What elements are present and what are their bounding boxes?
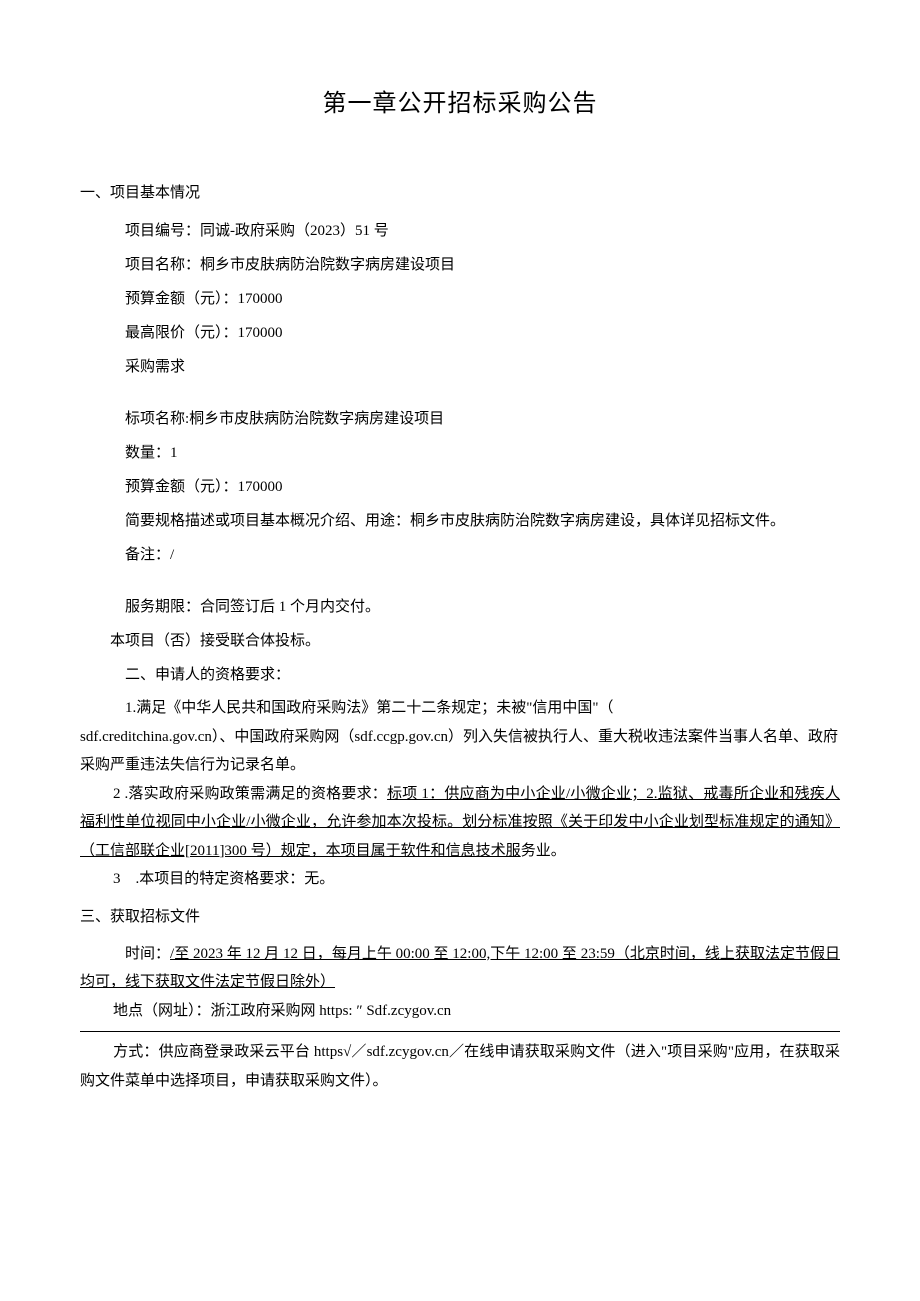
obtain-method: 方式：供应商登录政采云平台 https√／sdf.zcygov.cn／在线申请获… [80, 1038, 840, 1095]
section-1-heading: 一、项目基本情况 [80, 178, 840, 208]
purchase-requirement-label: 采购需求 [80, 352, 840, 382]
lot-name: 标项名称:桐乡市皮肤病防治院数字病房建设项目 [80, 404, 840, 434]
budget-amount: 预算金额（元）：170000 [80, 284, 840, 314]
quantity: 数量：1 [80, 438, 840, 468]
address-text: 地点（网址）：浙江政府采购网 https: ″ Sdf.zcygov.cn [113, 1003, 451, 1019]
qual-1-line-b: sdf.creditchina.gov.cn）、中国政府采购网（sdf.ccgp… [80, 729, 838, 774]
consortium-statement: 本项目（否）接受联合体投标。 [80, 626, 840, 656]
time-underlined: /至 2023 年 12 月 12 日，每月上午 00:00 至 12:00,下… [80, 946, 840, 991]
obtain-time: 时间：/至 2023 年 12 月 12 日，每月上午 00:00 至 12:0… [80, 940, 840, 997]
page-title: 第一章公开招标采购公告 [80, 80, 840, 128]
qualification-3: 3 .本项目的特定资格要求：无。 [80, 865, 840, 894]
divider-line [80, 1031, 840, 1032]
ceiling-price: 最高限价（元）：170000 [80, 318, 840, 348]
qual-2-lead: 2 .落实政府采购政策需满足的资格要求： [113, 786, 387, 802]
remarks: 备注：/ [80, 540, 840, 570]
qualification-2: 2 .落实政府采购政策需满足的资格要求：标项 1：供应商为中小企业/小微企业；2… [80, 780, 840, 866]
project-name: 项目名称：桐乡市皮肤病防治院数字病房建设项目 [80, 250, 840, 280]
spacer [80, 574, 840, 592]
spacer [80, 386, 840, 404]
qual-2-tail: 务业。 [521, 843, 566, 859]
method-text: 方式：供应商登录政采云平台 https√／sdf.zcygov.cn／在线申请获… [80, 1044, 840, 1089]
time-label: 时间： [125, 946, 170, 962]
qual-1-line-a: 1.满足《中华人民共和国政府采购法》第二十二条规定；未被"信用中国"（ [125, 700, 614, 716]
service-period: 服务期限：合同签订后 1 个月内交付。 [80, 592, 840, 622]
section-2-heading: 二、申请人的资格要求： [80, 660, 840, 690]
document-page: 第一章公开招标采购公告 一、项目基本情况 项目编号：同诚-政府采购（2023）5… [0, 0, 920, 1135]
brief-description: 简要规格描述或项目基本概况介绍、用途：桐乡市皮肤病防治院数字病房建设，具体详见招… [80, 506, 840, 536]
obtain-address: 地点（网址）：浙江政府采购网 https: ″ Sdf.zcygov.cn [80, 997, 840, 1026]
qual-3-text: 3 .本项目的特定资格要求：无。 [113, 871, 334, 887]
qualification-1: 1.满足《中华人民共和国政府采购法》第二十二条规定；未被"信用中国"（ sdf.… [80, 694, 840, 780]
project-number: 项目编号：同诚-政府采购（2023）51 号 [80, 216, 840, 246]
lot-budget: 预算金额（元）：170000 [80, 472, 840, 502]
section-3-heading: 三、获取招标文件 [80, 902, 840, 932]
